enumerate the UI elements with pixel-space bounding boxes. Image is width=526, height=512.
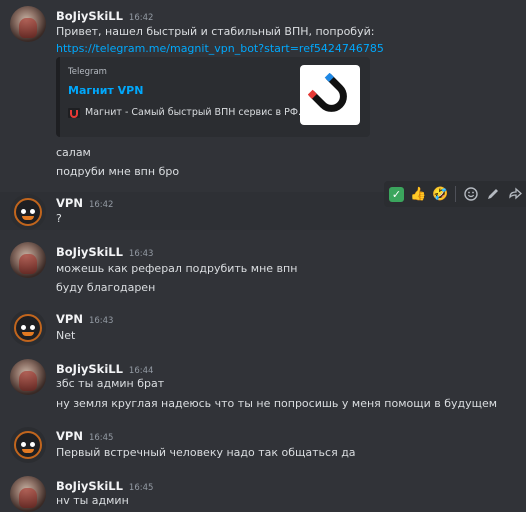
add-reaction-icon[interactable] bbox=[461, 185, 480, 204]
embed-description: Магнит - Самый быстрый ВПН сервис в РФ. bbox=[68, 107, 301, 118]
avatar[interactable] bbox=[10, 476, 46, 512]
message-header: BoJiySkiLL 16:44 bbox=[56, 362, 153, 376]
edit-icon[interactable] bbox=[483, 185, 502, 204]
rofl-emoji-icon[interactable]: 🤣 bbox=[431, 185, 450, 204]
avatar[interactable] bbox=[10, 310, 46, 346]
timestamp: 16:42 bbox=[88, 200, 114, 210]
timestamp: 16:44 bbox=[128, 366, 154, 376]
message-header: BoJiySkiLL 16:42 bbox=[56, 9, 153, 23]
message-header: BoJiySkiLL 16:45 bbox=[56, 479, 153, 493]
message-header: VPN 16:45 bbox=[56, 429, 113, 443]
message-text: подруби мне впн бро bbox=[56, 165, 180, 178]
thumbs-up-icon[interactable]: 👍 bbox=[409, 185, 428, 204]
username[interactable]: VPN bbox=[56, 312, 83, 326]
username[interactable]: BoJiySkiLL bbox=[56, 362, 123, 376]
message-group: BoJiySkiLL 16:43 можешь как реферал подр… bbox=[0, 238, 526, 298]
message-text: Первый встречный человеку надо так общат… bbox=[56, 446, 356, 459]
username[interactable]: BoJiySkiLL bbox=[56, 9, 123, 23]
embed-description-text: Магнит - Самый быстрый ВПН сервис в РФ. bbox=[85, 107, 302, 118]
magnet-icon bbox=[68, 107, 80, 118]
timestamp: 16:43 bbox=[128, 249, 154, 259]
username[interactable]: BoJiySkiLL bbox=[56, 245, 123, 259]
message-link[interactable]: https://telegram.me/magnit_vpn_bot?start… bbox=[56, 42, 384, 55]
message-text: Net bbox=[56, 329, 76, 342]
timestamp: 16:43 bbox=[88, 316, 114, 326]
avatar[interactable] bbox=[10, 194, 46, 230]
message-text: ? bbox=[56, 212, 62, 225]
username[interactable]: VPN bbox=[56, 429, 83, 443]
message-text: ну земля круглая надеюсь что ты не попро… bbox=[56, 397, 498, 410]
message-text: буду благодарен bbox=[56, 281, 156, 294]
message-group: VPN 16:45 Первый встречный человеку надо… bbox=[0, 423, 526, 465]
avatar[interactable] bbox=[10, 359, 46, 395]
message-header: VPN 16:43 bbox=[56, 312, 113, 326]
avatar[interactable] bbox=[10, 427, 46, 463]
username[interactable]: BoJiySkiLL bbox=[56, 479, 123, 493]
message-text: нv ты админ bbox=[56, 494, 129, 507]
message-header: VPN 16:42 bbox=[56, 196, 113, 210]
embed-provider: Telegram bbox=[68, 67, 107, 77]
avatar[interactable] bbox=[10, 6, 46, 42]
toolbar-divider bbox=[455, 186, 456, 202]
message-group: BoJiySkiLL 16:42 Привет, нашел быстрый и… bbox=[0, 0, 526, 190]
message-text: збс ты админ брат bbox=[56, 377, 165, 390]
message-actions-toolbar: ✓ 👍 🤣 bbox=[384, 181, 526, 207]
message-group: VPN 16:43 Net bbox=[0, 307, 526, 347]
username[interactable]: VPN bbox=[56, 196, 83, 210]
timestamp: 16:42 bbox=[128, 13, 154, 23]
message-text: Привет, нашел быстрый и стабильный ВПН, … bbox=[56, 25, 375, 38]
reply-icon[interactable] bbox=[505, 185, 524, 204]
embed-thumbnail[interactable] bbox=[300, 65, 360, 125]
timestamp: 16:45 bbox=[128, 483, 154, 493]
link-embed: Telegram Магнит VPN Магнит - Самый быстр… bbox=[56, 57, 370, 137]
check-reaction-icon[interactable]: ✓ bbox=[387, 185, 406, 204]
message-text: можешь как реферал подрубить мне впн bbox=[56, 262, 298, 275]
avatar[interactable] bbox=[10, 242, 46, 278]
chat-log: BoJiySkiLL 16:42 Привет, нашел быстрый и… bbox=[0, 0, 526, 512]
embed-title[interactable]: Магнит VPN bbox=[68, 84, 143, 97]
message-header: BoJiySkiLL 16:43 bbox=[56, 245, 153, 259]
message-group: BoJiySkiLL 16:44 збс ты админ брат ну зе… bbox=[0, 355, 526, 415]
message-group: BoJiySkiLL 16:45 нv ты админ bbox=[0, 472, 526, 512]
timestamp: 16:45 bbox=[88, 433, 114, 443]
message-text: салам bbox=[56, 146, 91, 159]
magnet-icon bbox=[308, 73, 347, 112]
